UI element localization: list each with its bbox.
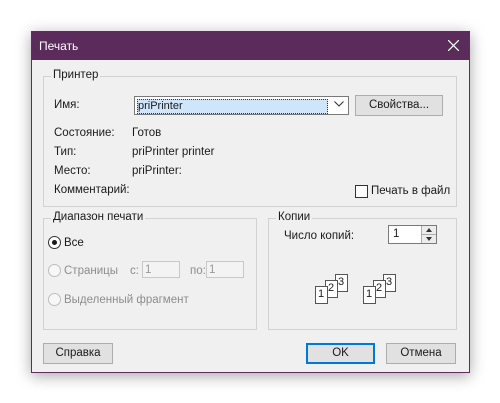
range-all-label[interactable]: Все bbox=[64, 237, 84, 249]
close-icon bbox=[448, 40, 459, 51]
print-range-group: Диапазон печати Все Страницы с: 1 по: 1 … bbox=[43, 211, 257, 330]
triangle-up-icon bbox=[426, 228, 432, 232]
printer-group-label: Принтер bbox=[51, 69, 101, 81]
close-button[interactable] bbox=[439, 32, 469, 60]
stepper-up-button[interactable] bbox=[421, 226, 436, 235]
title-bar: Печать bbox=[32, 32, 469, 60]
status-value: Готов bbox=[132, 127, 162, 139]
copies-count-value: 1 bbox=[393, 228, 400, 240]
range-selection-radio[interactable] bbox=[48, 293, 61, 306]
range-pages-radio[interactable] bbox=[48, 264, 61, 277]
print-to-file-checkbox[interactable] bbox=[355, 185, 368, 198]
range-all-radio[interactable] bbox=[48, 236, 61, 249]
copies-count-label: Число копий: bbox=[284, 230, 355, 242]
copies-count-stepper[interactable]: 1 bbox=[388, 225, 437, 244]
collate-page-1b: 1 bbox=[363, 286, 376, 304]
range-to-input[interactable]: 1 bbox=[206, 261, 244, 278]
comment-label: Комментарий: bbox=[54, 184, 130, 196]
printer-group: Принтер Имя: priPrinter Свойства... Сост… bbox=[43, 69, 457, 207]
where-value: priPrinter: bbox=[132, 165, 182, 177]
cancel-button[interactable]: Отмена bbox=[386, 343, 456, 364]
range-selection-label[interactable]: Выделенный фрагмент bbox=[64, 294, 189, 306]
range-to-label: по: bbox=[190, 265, 206, 277]
ok-button[interactable]: OK bbox=[306, 343, 375, 364]
type-label: Тип: bbox=[54, 146, 77, 158]
stepper-down-button[interactable] bbox=[421, 235, 436, 243]
printer-name-label: Имя: bbox=[54, 99, 80, 111]
help-button[interactable]: Справка bbox=[43, 343, 113, 364]
range-from-input[interactable]: 1 bbox=[142, 261, 180, 278]
range-from-label: с: bbox=[130, 265, 139, 277]
print-dialog: Печать Принтер Имя: priPrinter Свойства.… bbox=[31, 31, 470, 373]
range-pages-label[interactable]: Страницы bbox=[64, 265, 118, 277]
properties-button[interactable]: Свойства... bbox=[355, 95, 443, 116]
print-to-file-label[interactable]: Печать в файл bbox=[371, 185, 450, 197]
triangle-down-icon bbox=[426, 237, 432, 241]
status-label: Состояние: bbox=[54, 127, 115, 139]
copies-group-label: Копии bbox=[276, 211, 313, 223]
print-range-group-label: Диапазон печати bbox=[51, 211, 146, 223]
type-value: priPrinter printer bbox=[132, 146, 215, 158]
printer-name-value: priPrinter bbox=[137, 99, 328, 114]
printer-name-select[interactable]: priPrinter bbox=[134, 96, 349, 115]
chevron-down-icon bbox=[334, 101, 344, 107]
where-label: Место: bbox=[54, 165, 91, 177]
dialog-title: Печать bbox=[39, 39, 79, 53]
collate-page-1a: 1 bbox=[315, 286, 328, 304]
